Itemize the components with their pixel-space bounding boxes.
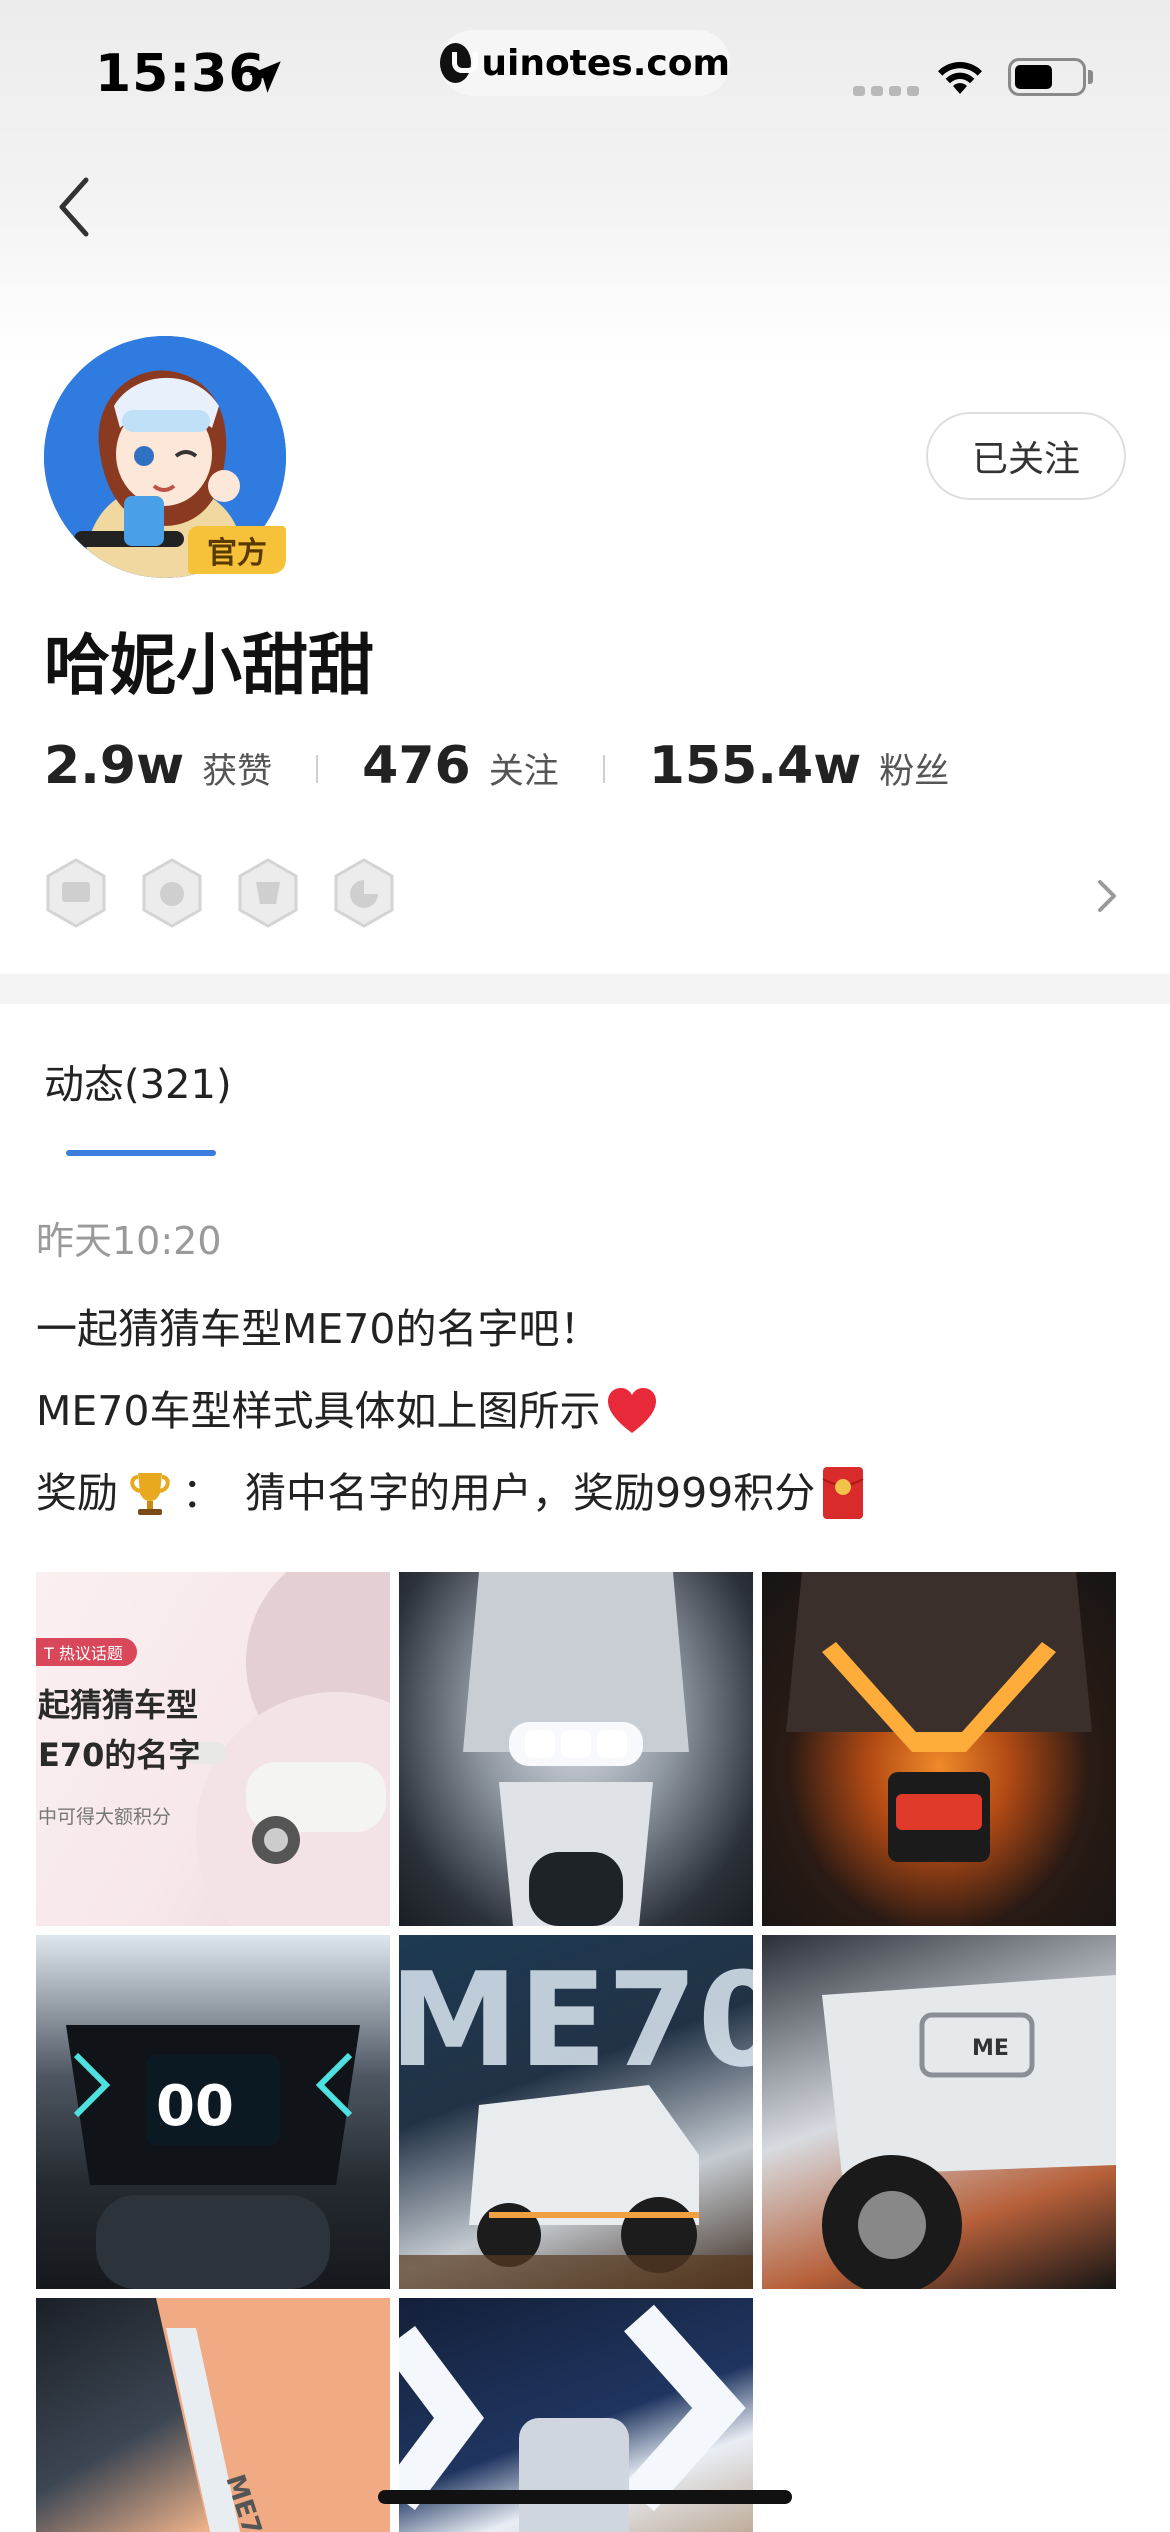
trophy-icon: [130, 1473, 170, 1515]
chevron-right-icon[interactable]: [1092, 876, 1122, 916]
post-image[interactable]: ME70: [399, 1935, 753, 2289]
post-image[interactable]: T 热议话题 起猜猜车型 E70的名字 中可得大额积分: [36, 1572, 390, 1926]
post-image[interactable]: [399, 1572, 753, 1926]
post-line-3-prefix: 奖励: [36, 1469, 118, 1517]
back-button[interactable]: [50, 172, 100, 242]
medal-icon: [142, 858, 202, 928]
medal-icon: [46, 858, 106, 928]
scooter-side-photo: ME70: [399, 1944, 753, 2289]
background-model-text: ME70: [399, 1944, 753, 2096]
profile-name: 哈妮小甜甜: [44, 627, 374, 704]
topic-tag: T 热议话题: [36, 1638, 137, 1666]
url-pill[interactable]: uinotes.com: [440, 30, 730, 96]
image-title: 起猜猜车型 E70的名字: [38, 1680, 200, 1780]
likes-count[interactable]: 2.9w: [44, 736, 184, 796]
dashboard-speed: 00: [156, 2074, 234, 2139]
followers-count[interactable]: 155.4w: [649, 736, 862, 796]
following-label: 关注: [488, 752, 559, 792]
post-image[interactable]: 00: [36, 1935, 390, 2289]
scooter-body-closeup-photo: ME: [822, 1975, 1116, 2289]
home-indicator: [378, 2490, 792, 2504]
image-title-line-2: E70的名字: [38, 1736, 201, 1774]
medal-icon: [238, 858, 298, 928]
post-line-3: 奖励 ： 猜中名字的用户，奖励999积分: [36, 1452, 1136, 1534]
section-divider: [0, 974, 1170, 1004]
tab-posts[interactable]: 动态(321): [44, 1052, 232, 1110]
likes-label: 获赞: [202, 752, 273, 792]
followers-label: 粉丝: [879, 752, 950, 792]
battery-icon: [1008, 58, 1086, 96]
post-line-3-colon: ：: [182, 1469, 223, 1517]
post-line-2-text: ME70车型样式具体如上图所示: [36, 1387, 601, 1435]
profile-stats: 2.9w 获赞 476 关注 155.4w 粉丝: [44, 736, 949, 802]
follow-button[interactable]: 已关注: [926, 412, 1126, 500]
official-badge: 官方: [188, 526, 286, 574]
post-line-3-text: 猜中名字的用户，奖励999积分: [245, 1469, 816, 1517]
stat-divider: [316, 755, 319, 783]
post-line-2: ME70车型样式具体如上图所示: [36, 1370, 1136, 1452]
status-bar: 15:36 uinotes.com: [0, 0, 1170, 150]
status-time: 15:36: [95, 44, 266, 104]
stat-divider: [602, 755, 605, 783]
post-image-grid: T 热议话题 起猜猜车型 E70的名字 中可得大额积分 00 ME70 ME M…: [36, 1572, 1116, 2532]
scooter-front-photo: [463, 1572, 689, 1926]
tab-active-indicator: [66, 1150, 216, 1156]
image-subtitle: 中可得大额积分: [38, 1806, 172, 1828]
following-count[interactable]: 476: [362, 736, 471, 796]
scooter-rear-light-photo: [786, 1572, 1092, 1862]
red-heart-icon: [608, 1388, 657, 1433]
post-line-1: 一起猜猜车型ME70的名字吧！: [36, 1288, 1136, 1370]
post-text: 一起猜猜车型ME70的名字吧！ ME70车型样式具体如上图所示 奖励 ： 猜中名…: [36, 1288, 1136, 1534]
image-title-line-1: 起猜猜车型: [38, 1686, 199, 1724]
post-image[interactable]: ME70: [36, 2298, 390, 2532]
post-time: 昨天10:20: [36, 1219, 222, 1263]
post-line-1-text: 一起猜猜车型ME70的名字吧！: [36, 1305, 601, 1353]
post-image[interactable]: [762, 1572, 1116, 1926]
red-envelope-icon: [822, 1467, 864, 1519]
url-text: uinotes.com: [481, 42, 730, 84]
battery-cap: [1088, 70, 1093, 84]
medal-icon: [334, 858, 394, 928]
scooter-panel-photo: ME70: [156, 2298, 390, 2532]
post-image[interactable]: ME: [762, 1935, 1116, 2289]
medal-row[interactable]: [44, 858, 396, 928]
cellular-signal-icon: [853, 86, 919, 96]
wifi-icon: [938, 62, 982, 94]
body-model-text: ME: [972, 2036, 1009, 2061]
site-logo-icon: [440, 43, 479, 83]
scooter-dashboard-photo: 00: [66, 2025, 360, 2289]
location-arrow-icon: [249, 61, 281, 93]
